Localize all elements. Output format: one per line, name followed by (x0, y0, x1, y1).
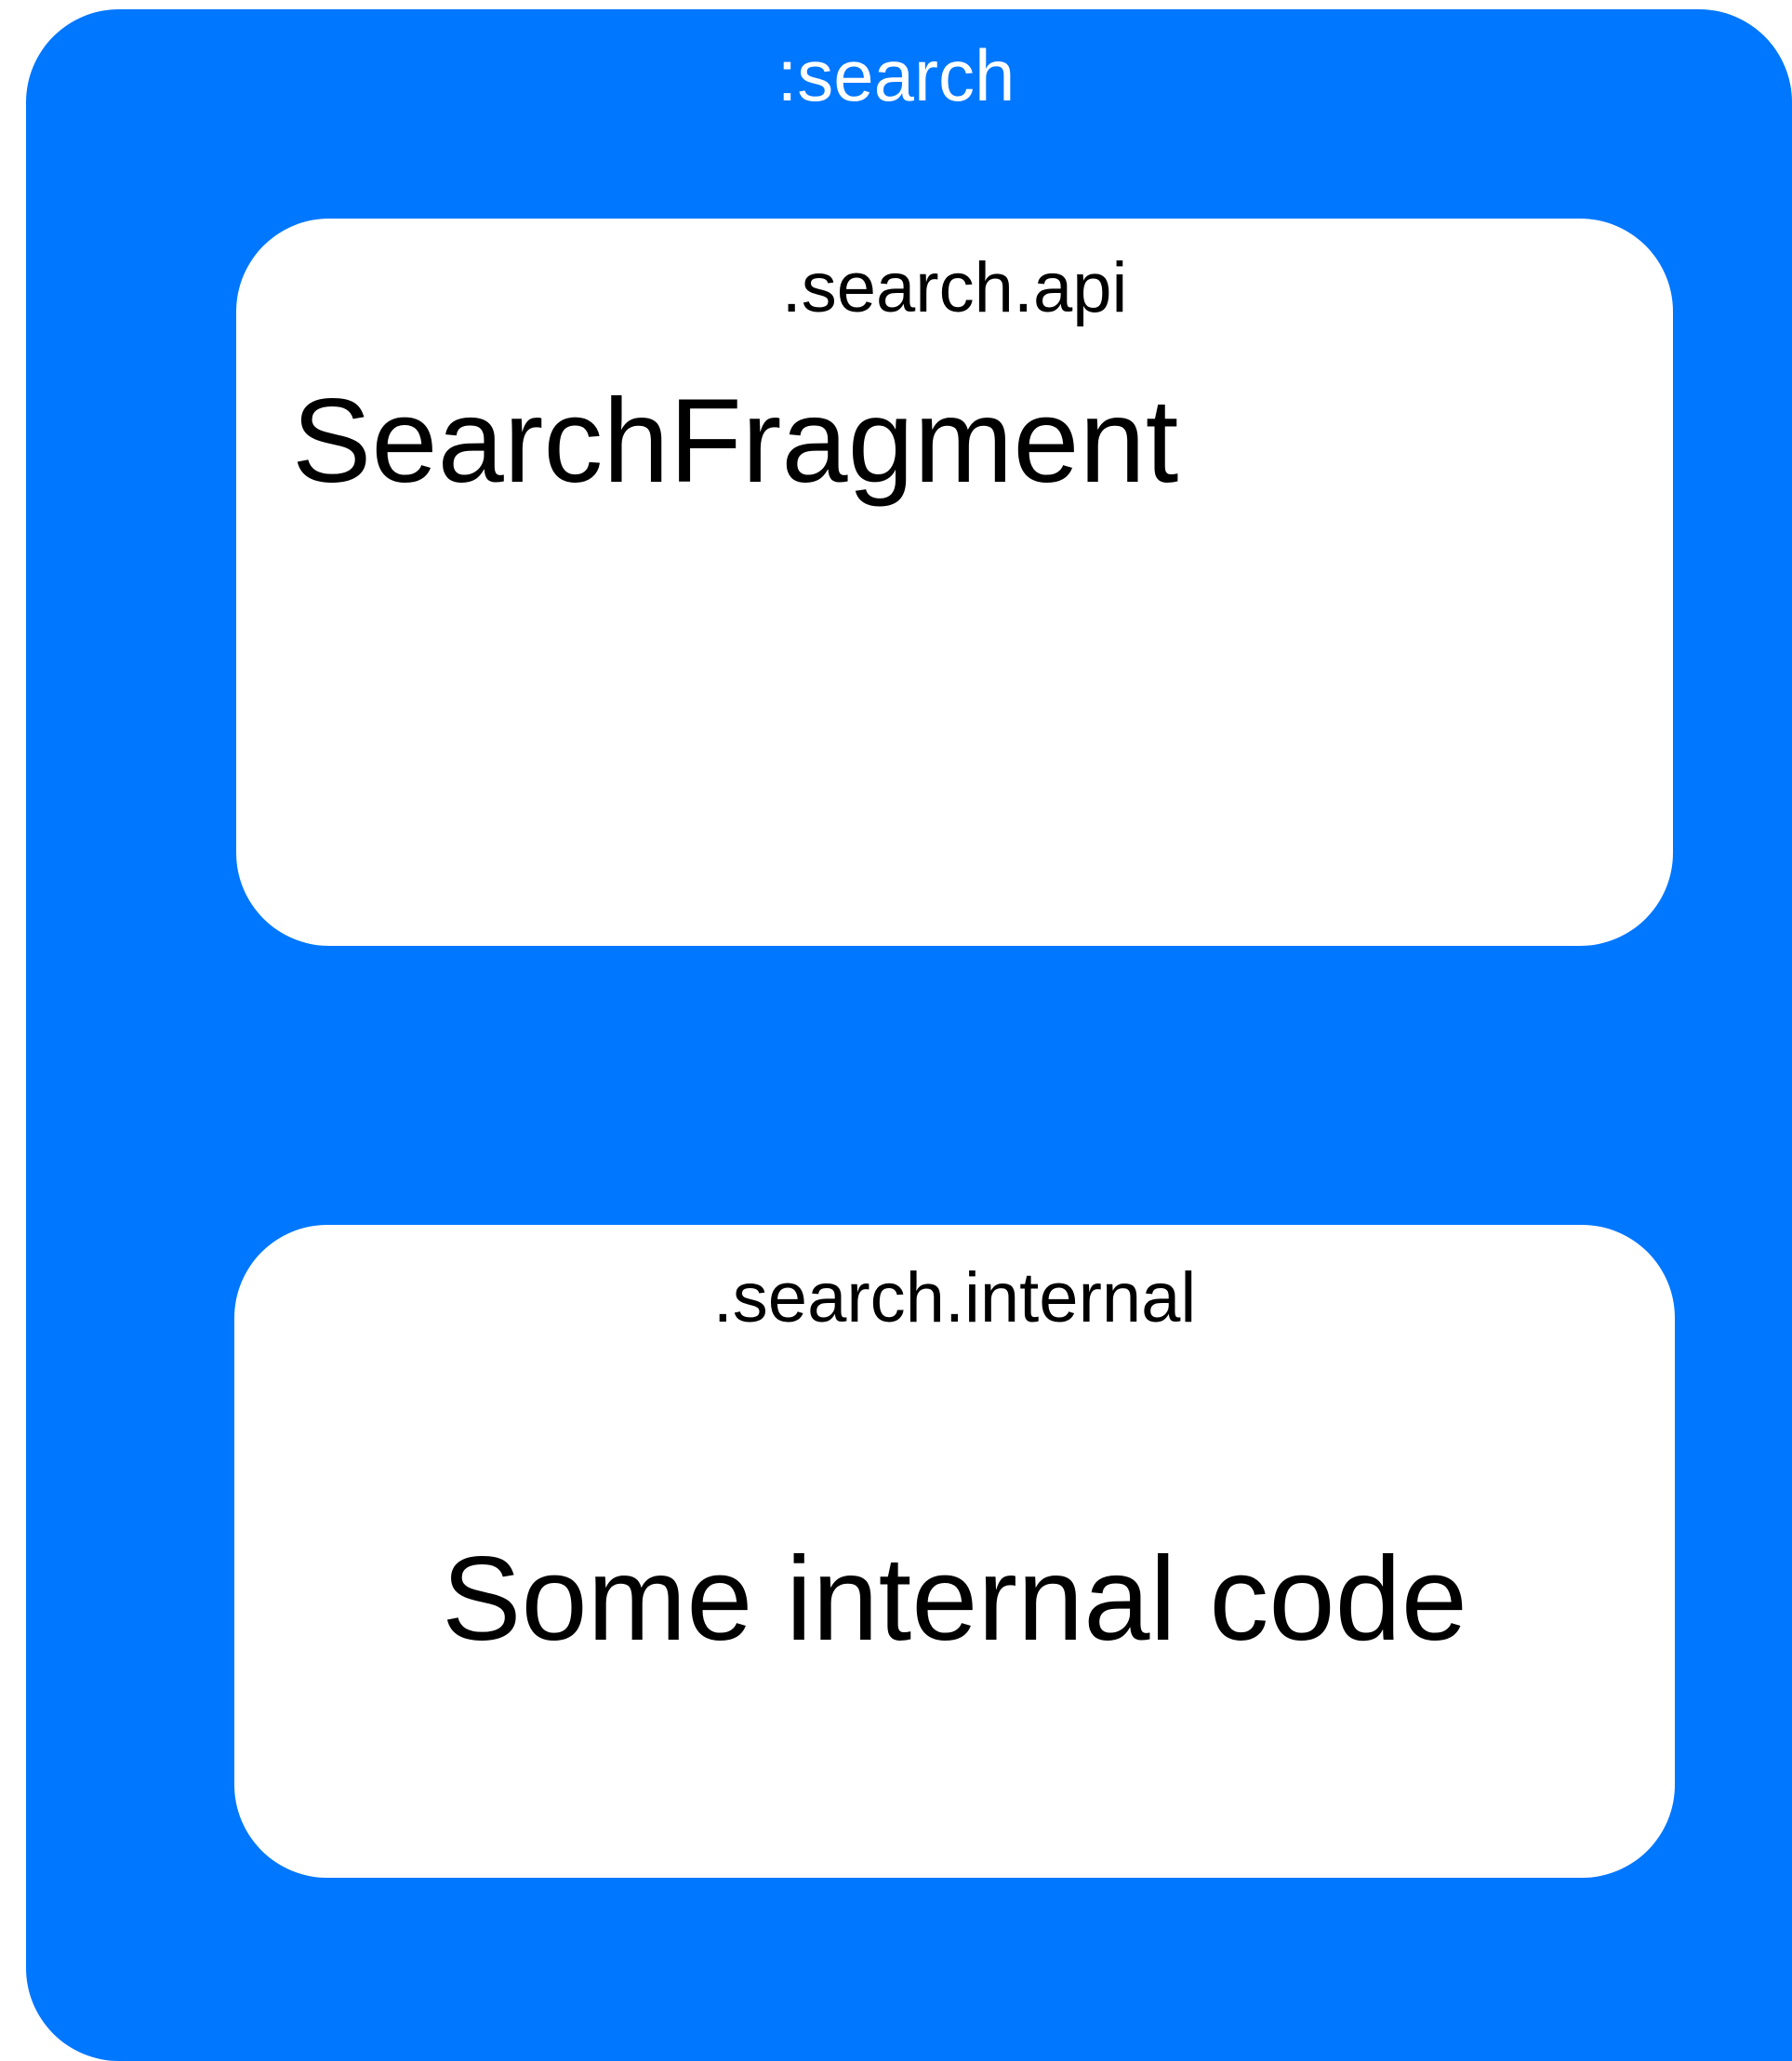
package-search-api: .search.api SearchFragment (236, 219, 1673, 946)
package-content: SearchFragment (292, 375, 1179, 508)
search-module: :search .search.api SearchFragment .sear… (26, 9, 1792, 2061)
module-title: :search (777, 34, 1015, 116)
package-search-internal: .search.internal Some internal code (234, 1225, 1675, 1878)
package-content: Some internal code (442, 1533, 1467, 1666)
package-title: .search.api (781, 248, 1128, 327)
package-title: .search.internal (712, 1258, 1197, 1337)
